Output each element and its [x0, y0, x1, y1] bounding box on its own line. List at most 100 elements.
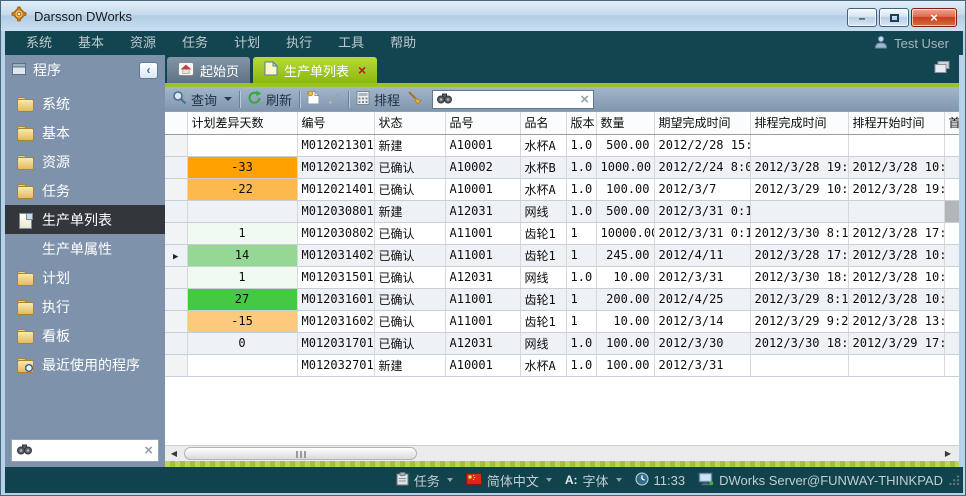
cell-status: 已确认 — [374, 266, 445, 288]
cell-diff-days — [187, 134, 297, 156]
sidebar-collapse-button[interactable]: ‹ — [139, 62, 158, 79]
menu-item-4[interactable]: 计划 — [221, 35, 273, 50]
tab-list-icon[interactable] — [934, 60, 950, 78]
column-header-0[interactable]: 计划差异天数 — [187, 112, 297, 134]
tab-close-icon[interactable]: × — [358, 63, 366, 77]
tab-start-page[interactable]: 起始页 — [167, 57, 250, 83]
query-button[interactable]: 查询 — [172, 90, 232, 109]
cell-item-name: 齿轮1 — [520, 288, 566, 310]
sidebar-item-4[interactable]: 生产单列表 — [5, 205, 165, 234]
cell-item-name: 水杯A — [520, 134, 566, 156]
sidebar-item-9[interactable]: 最近使用的程序 — [5, 350, 165, 379]
maximize-button[interactable] — [879, 8, 909, 27]
table-row-2[interactable]: ▶ -22 M012021401 已确认 A10001 水杯A 1.0 100.… — [165, 178, 959, 200]
resize-grip[interactable] — [948, 474, 960, 489]
sidebar-item-7[interactable]: 执行 — [5, 292, 165, 321]
menu-item-7[interactable]: 帮助 — [377, 35, 429, 50]
cell-overflow — [944, 244, 959, 266]
sidebar-search-input[interactable] — [37, 444, 139, 458]
sidebar-item-2[interactable]: 资源 — [5, 147, 165, 176]
toolbar-search-clear-icon[interactable]: × — [580, 92, 589, 107]
cell-item-name: 齿轮1 — [520, 222, 566, 244]
clean-button[interactable] — [407, 90, 422, 108]
sidebar-item-5[interactable]: 生产单属性 — [5, 234, 165, 263]
tree-item-icon — [17, 126, 34, 140]
task-menu[interactable]: 任务 — [396, 471, 453, 490]
schedule-label: 排程 — [374, 90, 400, 109]
toolbar-search-input[interactable] — [456, 92, 576, 106]
menu-item-2[interactable]: 资源 — [117, 35, 169, 50]
menu-item-1[interactable]: 基本 — [65, 35, 117, 50]
table-row-1[interactable]: ▶ -33 M012021302 已确认 A10002 水杯B 1.0 1000… — [165, 156, 959, 178]
cell-scheduled-start: 2012/3/28 13:40 — [848, 310, 944, 332]
cell-diff-days: 14 — [187, 244, 297, 266]
table-row-6[interactable]: ▶ 1 M012031501 已确认 A12031 网线 1.0 10.00 2… — [165, 266, 959, 288]
table-row-5[interactable]: ▶ 14 M012031402 已确认 A11001 齿轮1 1 245.00 … — [165, 244, 959, 266]
user-menu[interactable]: Test User — [874, 35, 963, 52]
cell-expected-finish: 2012/2/28 15:00 — [654, 134, 750, 156]
cell-item-name: 网线 — [520, 200, 566, 222]
table-row-10[interactable]: ▶ M012032701 新建 A10001 水杯A 1.0 100.00 20… — [165, 354, 959, 376]
column-header-2[interactable]: 状态 — [374, 112, 445, 134]
minimize-button[interactable]: – — [847, 8, 877, 27]
sidebar-item-1[interactable]: 基本 — [5, 118, 165, 147]
cell-code: M012031602 — [297, 310, 374, 332]
cell-diff-days — [187, 354, 297, 376]
sidebar-item-6[interactable]: 计划 — [5, 263, 165, 292]
column-header-5[interactable]: 版本 — [566, 112, 596, 134]
sidebar-item-8[interactable]: 看板 — [5, 321, 165, 350]
chevron-down-icon — [224, 97, 232, 101]
column-header-6[interactable]: 数量 — [596, 112, 654, 134]
cell-overflow: # — [944, 200, 959, 222]
font-menu[interactable]: A: 字体 — [565, 471, 622, 490]
scrollbar-thumb[interactable] — [184, 447, 417, 460]
table-row-4[interactable]: ▶ 1 M012030802 已确认 A11001 齿轮1 1 10000.00… — [165, 222, 959, 244]
menu-item-3[interactable]: 任务 — [169, 35, 221, 50]
title-bar[interactable]: Darsson DWorks – × — [1, 1, 966, 31]
cell-quantity: 10.00 — [596, 310, 654, 332]
cell-scheduled-finish — [750, 200, 848, 222]
sidebar-item-0[interactable]: 系统 — [5, 89, 165, 118]
sidebar-item-3[interactable]: 任务 — [5, 176, 165, 205]
cell-code: M012031402 — [297, 244, 374, 266]
cell-expected-finish: 2012/4/11 — [654, 244, 750, 266]
column-header-4[interactable]: 品名 — [520, 112, 566, 134]
column-header-8[interactable]: 排程完成时间 — [750, 112, 848, 134]
cell-version: 1 — [566, 310, 596, 332]
menu-item-5[interactable]: 执行 — [273, 35, 325, 50]
column-header-9[interactable]: 排程开始时间 — [848, 112, 944, 134]
scroll-right-icon[interactable]: ▶ — [940, 446, 956, 461]
new-document-button[interactable] — [307, 90, 320, 108]
menu-item-6[interactable]: 工具 — [325, 35, 377, 50]
row-indicator-cell: ▶ — [165, 266, 187, 288]
table-row-8[interactable]: ▶ -15 M012031602 已确认 A11001 齿轮1 1 10.00 … — [165, 310, 959, 332]
table-row-9[interactable]: ▶ 0 M012031701 已确认 A12031 网线 1.0 100.00 … — [165, 332, 959, 354]
refresh-button[interactable]: 刷新 — [247, 90, 292, 109]
language-label: 简体中文 — [487, 471, 539, 490]
cell-quantity: 1000.00 — [596, 156, 654, 178]
language-menu[interactable]: 简体中文 — [466, 471, 552, 490]
column-header-10[interactable]: 首 — [944, 112, 959, 134]
tab-production-order-list[interactable]: 生产单列表 × — [253, 57, 377, 83]
cell-expected-finish: 2012/3/31 0:17 — [654, 222, 750, 244]
monitor-icon — [698, 472, 714, 489]
table-row-0[interactable]: ▶ M012021301 新建 A10001 水杯A 1.0 500.00 20… — [165, 134, 959, 156]
column-header-7[interactable]: 期望完成时间 — [654, 112, 750, 134]
menu-item-0[interactable]: 系统 — [13, 35, 65, 50]
cell-item-no: A10001 — [445, 354, 520, 376]
cell-diff-days: 1 — [187, 222, 297, 244]
cell-diff-days: 1 — [187, 266, 297, 288]
close-button[interactable]: × — [911, 8, 957, 27]
program-window-icon — [12, 62, 26, 78]
horizontal-scrollbar[interactable]: ◀ ▶ — [165, 445, 959, 461]
column-header-3[interactable]: 品号 — [445, 112, 520, 134]
cell-status: 新建 — [374, 354, 445, 376]
edit-button[interactable] — [327, 91, 341, 108]
row-indicator-cell: ▶ — [165, 288, 187, 310]
sidebar-search-clear-icon[interactable]: × — [144, 443, 153, 458]
scroll-left-icon[interactable]: ◀ — [166, 446, 182, 461]
column-header-1[interactable]: 编号 — [297, 112, 374, 134]
schedule-button[interactable]: 排程 — [356, 90, 400, 109]
table-row-7[interactable]: ▶ 27 M012031601 已确认 A11001 齿轮1 1 200.00 … — [165, 288, 959, 310]
table-row-3[interactable]: ▶ M012030801 新建 A12031 网线 1.0 500.00 201… — [165, 200, 959, 222]
